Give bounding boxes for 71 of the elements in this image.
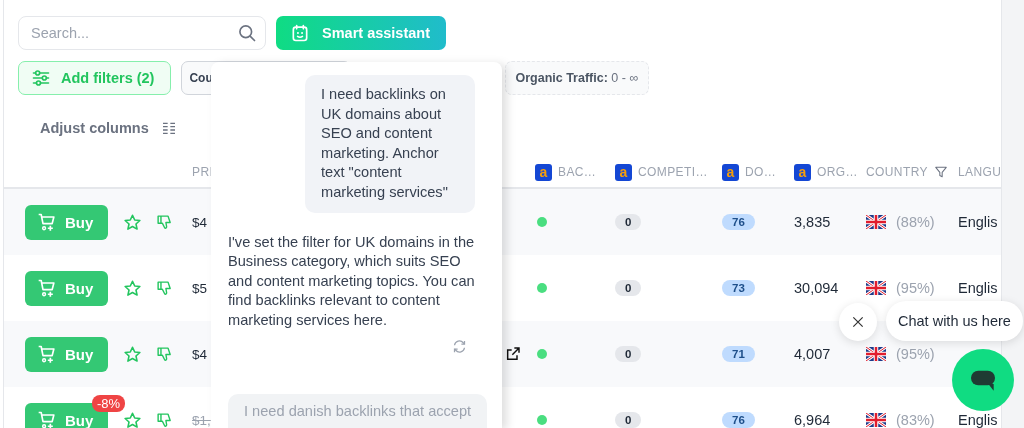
cart-plus-icon [37,278,57,298]
column-header[interactable]: DO… [745,165,777,179]
filter-icon[interactable] [933,165,948,179]
ahrefs-logo-icon: a [535,163,552,181]
cart-plus-icon [37,344,57,364]
user-message: I need backlinks on UK domains about SEO and content marketing. Anchor text "content marketing services" [305,75,475,213]
add-filters-button[interactable]: Add filters (2) [18,61,172,95]
smart-assistant-button[interactable]: Smart assistant [276,16,446,50]
domain-rating-pill: 76 [722,412,755,428]
uk-flag-icon [866,215,886,229]
star-icon[interactable] [122,212,142,232]
country-share: (88%) [896,214,935,230]
competition-pill: 0 [615,346,642,362]
search-field[interactable]: Search... [18,16,266,50]
traffic-value: 3,835 [794,214,831,230]
country-share: (95%) [896,280,935,296]
price-text: $4 [192,346,208,362]
sliders-icon [31,68,51,88]
thumbs-down-icon[interactable] [155,411,173,428]
price-text: $1, [192,412,211,428]
thumbs-down-icon[interactable] [155,279,173,297]
cart-plus-icon [37,212,57,232]
close-icon [850,314,866,330]
discount-badge: -8% [92,394,126,412]
competition-pill: 0 [615,280,642,296]
thumbs-down-icon[interactable] [155,213,173,231]
country-share: (83%) [896,412,935,428]
column-header[interactable]: BAC… [558,165,597,179]
traffic-value: 6,964 [794,412,831,428]
traffic-value: 30,094 [794,280,839,296]
buy-button[interactable]: Buy [25,270,108,306]
thumbs-down-icon[interactable] [155,345,173,363]
close-button[interactable] [839,303,877,341]
external-link-icon[interactable] [505,346,521,362]
column-header[interactable]: LANGU [958,165,1001,179]
competition-pill: 0 [615,214,642,230]
column-header[interactable]: COUNTRY [866,165,928,179]
adjust-columns-button[interactable]: Adjust columns [40,112,177,144]
domain-rating-pill: 73 [722,280,755,296]
buy-button[interactable]: Buy [25,204,108,240]
star-icon[interactable] [122,278,142,298]
star-icon[interactable] [122,344,142,364]
column-header[interactable]: ORG… [817,165,858,179]
chat-prompt[interactable]: Chat with us here [886,301,1023,341]
price-text: $4 [192,214,208,230]
ahrefs-logo-icon: a [794,163,811,181]
suggestion-prompt[interactable]: I need danish backlinks that accept [228,393,487,428]
buy-button[interactable]: Buy [25,336,108,372]
robot-icon [290,23,310,43]
refresh-icon[interactable] [452,338,467,354]
ahrefs-logo-icon: a [722,163,739,181]
star-icon[interactable] [122,410,142,428]
search-icon [237,23,257,43]
uk-flag-icon [866,347,886,361]
country-share: (95%) [896,346,935,362]
domain-rating-pill: 76 [722,214,755,230]
cart-plus-icon [37,410,57,428]
uk-flag-icon [866,413,886,427]
language-text: Englis [958,214,998,230]
filter-chip[interactable]: Organic Traffic: 0 - ∞ [505,61,650,95]
competition-pill: 0 [615,412,642,428]
price-text: $5 [192,280,208,296]
language-text: Englis [958,412,998,428]
domain-rating-pill: 71 [722,346,755,362]
assistant-message: I've set the filter for UK domains in the Business category, which suits SEO and content marketing topics. You can find backlinks relevant to content marketing services here. [228,232,476,330]
language-text: Englis [958,280,998,296]
columns-icon [160,120,177,136]
column-header[interactable]: COMPETI… [638,165,708,179]
ahrefs-logo-icon: a [615,163,632,181]
uk-flag-icon [866,281,886,295]
traffic-value: 4,007 [794,346,831,362]
